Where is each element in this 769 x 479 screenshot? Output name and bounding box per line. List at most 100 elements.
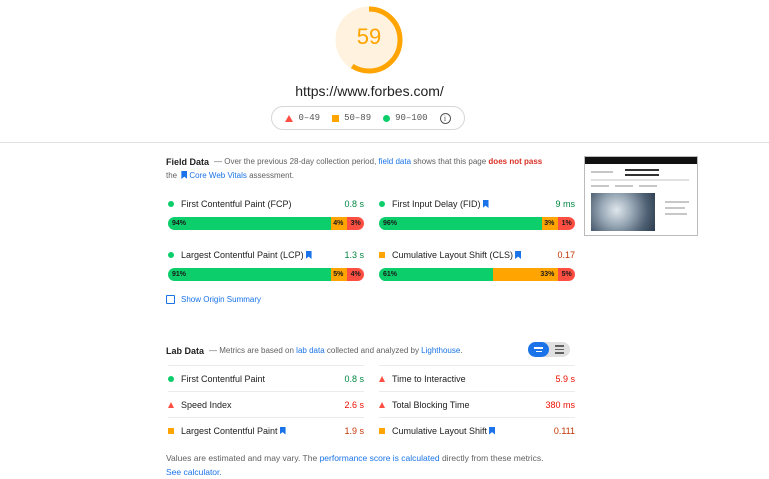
lab-metric: Speed Index 2.6 s (168, 391, 364, 417)
thumbnail-line (639, 185, 657, 187)
good-circle-icon (168, 201, 174, 207)
metric-value: 1.3 s (344, 250, 364, 260)
metric-name: First Input Delay (FID) (392, 199, 481, 209)
show-origin-summary[interactable]: Show Origin Summary (166, 295, 261, 304)
distribution-average-segment: 33% (493, 268, 559, 281)
metric-name: Cumulative Layout Shift (CLS) (392, 250, 514, 260)
lab-data-description: — Metrics are based on lab data collecte… (209, 346, 463, 355)
distribution-average-segment: 5% (330, 268, 348, 281)
distribution-bar: 94% 4% 3% (168, 217, 364, 230)
metric-value: 380 ms (545, 399, 575, 410)
distribution-poor-segment: 5% (558, 268, 575, 281)
lab-metric: Total Blocking Time 380 ms (379, 391, 575, 417)
legend-average: 50–89 (332, 113, 371, 123)
distribution-poor-segment: 4% (347, 268, 364, 281)
metric-name: Time to Interactive (392, 373, 466, 384)
page-url: https://www.forbes.com/ (295, 83, 444, 99)
metric-value: 0.8 s (344, 373, 364, 384)
expanded-view-button[interactable] (549, 342, 570, 357)
poor-triangle-icon (168, 401, 174, 408)
info-icon[interactable]: i (439, 112, 451, 124)
distribution-good-segment: 91% (168, 268, 331, 281)
distribution-poor-segment: 3% (347, 217, 364, 230)
field-data-title: Field Data (166, 157, 210, 167)
lab-metric: Cumulative Layout Shift 0.111 (379, 417, 575, 443)
metric-value: 0.111 (553, 425, 575, 436)
legend-good: 90–100 (383, 113, 428, 123)
metric-value: 0.17 (557, 250, 575, 260)
square-icon (332, 114, 340, 122)
score-legend: 0–49 50–89 90–100 i (271, 106, 465, 130)
good-circle-icon (379, 201, 385, 207)
poor-triangle-icon (379, 375, 385, 382)
poor-triangle-icon (379, 401, 385, 408)
field-data-description: — Over the previous 28-day collection pe… (214, 157, 543, 166)
lab-metric: Time to Interactive 5.9 s (379, 365, 575, 391)
thumbnail-line (625, 169, 659, 171)
distribution-good-segment: 94% (168, 217, 331, 230)
distribution-average-segment: 3% (541, 217, 559, 230)
bookmark-icon (515, 251, 522, 259)
thumbnail-line (591, 171, 613, 173)
view-toggle[interactable] (528, 342, 570, 357)
lab-data-title: Lab Data (166, 346, 205, 356)
distribution-poor-segment: 1% (558, 217, 575, 230)
lab-data-link[interactable]: lab data (296, 346, 324, 355)
distribution-bar: 61% 33% 5% (379, 268, 575, 281)
thumbnail-line (665, 213, 687, 215)
thumbnail-line (591, 179, 689, 181)
average-square-icon (168, 427, 174, 434)
thumbnail-line (615, 185, 633, 187)
average-square-icon (379, 427, 385, 434)
origin-checkbox[interactable] (166, 295, 175, 304)
metric-value: 9 ms (555, 199, 575, 209)
bookmark-icon (482, 200, 489, 208)
thumbnail-line (625, 174, 659, 176)
thumbnail-header (585, 157, 697, 164)
lab-metric: First Contentful Paint 0.8 s (168, 365, 364, 391)
metric-value: 1.9 s (344, 425, 364, 436)
legend-poor: 0–49 (285, 113, 320, 123)
score-value: 59 (356, 24, 382, 49)
field-metric: First Input Delay (FID) 9 ms 96% 3% 1% (379, 197, 575, 230)
good-circle-icon (168, 375, 174, 382)
performance-score-link[interactable]: performance score is calculated (320, 453, 440, 463)
show-origin-label: Show Origin Summary (181, 295, 262, 304)
divider (0, 142, 769, 143)
thumbnail-hero-image (591, 193, 655, 231)
good-circle-icon (168, 252, 174, 258)
footer-note: Values are estimated and may vary. The p… (166, 453, 544, 477)
distribution-bar: 96% 3% 1% (379, 217, 575, 230)
field-data-description-2: the Core Web Vitals assessment. (166, 171, 295, 180)
lighthouse-link[interactable]: Lighthouse (421, 346, 460, 355)
page-screenshot-thumbnail (584, 156, 698, 236)
core-web-vitals-link[interactable]: Core Web Vitals (189, 171, 247, 180)
metric-name: Speed Index (181, 399, 232, 410)
compact-view-button[interactable] (528, 342, 549, 357)
metric-name: Cumulative Layout Shift (392, 425, 488, 436)
triangle-icon (285, 114, 294, 122)
metric-name: Largest Contentful Paint (LCP) (181, 250, 304, 260)
thumbnail-line (591, 185, 609, 187)
field-metric: Largest Contentful Paint (LCP) 1.3 s 91% 5%… (168, 248, 364, 281)
bookmark-icon (181, 171, 188, 179)
field-data-link[interactable]: field data (379, 157, 411, 166)
metric-name: Largest Contentful Paint (181, 425, 278, 436)
metric-name: First Contentful Paint (FCP) (181, 199, 292, 209)
assessment-result: does not pass (488, 157, 543, 166)
metric-value: 0.8 s (344, 199, 364, 209)
see-calculator-link[interactable]: See calculator. (166, 467, 222, 477)
bookmark-icon (305, 251, 312, 259)
distribution-good-segment: 96% (379, 217, 542, 230)
lab-metric: Largest Contentful Paint 1.9 s (168, 417, 364, 443)
average-square-icon (379, 252, 385, 258)
bookmark-icon (279, 426, 286, 435)
metric-name: First Contentful Paint (181, 373, 266, 384)
field-metric: First Contentful Paint (FCP) 0.8 s 94% 4% 3% (168, 197, 364, 230)
bookmark-icon (489, 426, 496, 435)
field-metric: Cumulative Layout Shift (CLS) 0.17 61% 33% 5… (379, 248, 575, 281)
thumbnail-line (665, 207, 685, 209)
metric-value: 2.6 s (344, 399, 364, 410)
distribution-average-segment: 4% (330, 217, 348, 230)
metric-value: 5.9 s (555, 373, 575, 384)
